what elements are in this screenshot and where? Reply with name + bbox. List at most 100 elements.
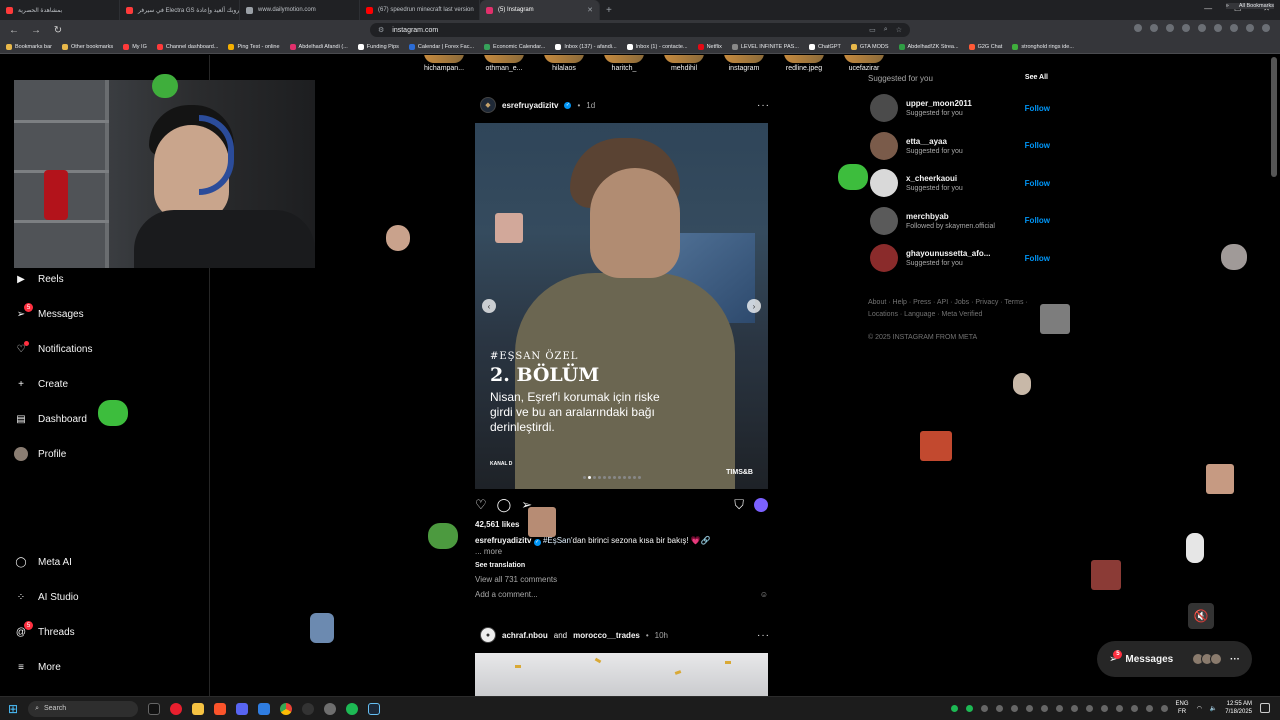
sidebar-item-meta-ai[interactable]: ◯ Meta AI — [14, 555, 72, 569]
notifications-tray-icon[interactable] — [1260, 703, 1270, 713]
app-icon[interactable] — [324, 702, 337, 715]
chrome-app-icon[interactable] — [280, 702, 293, 715]
post2-author-avatar[interactable]: ● — [480, 627, 496, 643]
see-all-link[interactable]: See All — [1025, 74, 1048, 83]
post-image[interactable]: #EŞSAN ÖZEL 2. BÖLÜM Nisan, Eşref'i koru… — [475, 123, 768, 489]
browser-tab[interactable]: بمشاهدة الحصرية — [0, 0, 120, 20]
caption-username[interactable]: esrefruyadizitv — [475, 536, 531, 545]
follow-button[interactable]: Follow — [1025, 254, 1050, 263]
sidebar-item-more[interactable]: ≡ More — [14, 660, 61, 674]
sidebar-item-ai-studio[interactable]: ⁘ AI Studio — [14, 590, 79, 604]
post2-options-icon[interactable]: ··· — [757, 630, 770, 641]
post2-image[interactable] — [475, 653, 768, 696]
extension-icon[interactable] — [1198, 24, 1206, 32]
suggestion-username[interactable]: x_cheerkaoui — [906, 174, 963, 183]
bookmark-item[interactable]: ChatGPT — [808, 43, 841, 50]
browser-menu-icon[interactable] — [1262, 24, 1270, 32]
suggestion-avatar[interactable] — [870, 206, 898, 235]
file-explorer-app-icon[interactable] — [192, 702, 205, 715]
steam-app-icon[interactable] — [368, 702, 381, 715]
extension-icon[interactable] — [1150, 24, 1158, 32]
caption-hashtag[interactable]: #EşSan — [543, 536, 571, 545]
page-scrollbar[interactable] — [1271, 57, 1277, 177]
bookmark-item[interactable]: Funding Pips — [357, 43, 399, 50]
tray-icon[interactable] — [950, 704, 958, 712]
story-item[interactable]: haritch_ — [600, 55, 648, 72]
browser-tab[interactable]: في سيرفر Electra GS بروبك ألعيد وإعادة — [120, 0, 240, 20]
suggestion-username[interactable]: ghayounussetta_afo... — [906, 249, 990, 258]
post-time[interactable]: 1d — [586, 101, 595, 110]
zoom-icon[interactable]: ⌕ — [884, 26, 888, 34]
obs-app-icon[interactable] — [302, 702, 315, 715]
suggestion-avatar[interactable] — [870, 131, 898, 160]
input-language[interactable]: ENG FR — [1176, 700, 1189, 716]
tray-icon[interactable] — [1115, 704, 1123, 712]
tiktok-app-icon[interactable] — [148, 702, 161, 715]
tray-icon[interactable] — [1040, 704, 1048, 712]
suggestion-username[interactable]: etta__ayaa — [906, 137, 963, 146]
story-item[interactable]: instagram — [720, 55, 768, 72]
caption-more-link[interactable]: ... more — [475, 547, 502, 556]
see-translation-link[interactable]: See translation — [475, 562, 525, 569]
suggestion-avatar[interactable] — [870, 169, 898, 197]
sidebar-item-reels[interactable]: ▶ Reels — [14, 272, 63, 286]
tray-icon[interactable] — [1100, 704, 1108, 712]
opera-app-icon[interactable] — [170, 702, 183, 715]
tray-icon[interactable] — [1160, 704, 1168, 712]
bookmark-star-icon[interactable]: ☆ — [896, 26, 902, 34]
browser-tab[interactable]: (67) speedrun minecraft last version — [360, 0, 480, 20]
sidebar-item-threads[interactable]: @5 Threads — [14, 621, 75, 639]
bookmark-item[interactable]: Ping Test - online — [228, 43, 280, 50]
suggestion-avatar[interactable] — [870, 94, 898, 122]
add-comment-field[interactable]: Add a comment... ☺ — [475, 590, 768, 599]
bookmark-item[interactable]: Economic Calendar... — [484, 43, 545, 50]
bookmark-item[interactable]: Abdelhad!ZK Strea... — [898, 43, 959, 50]
post-options-icon[interactable]: ··· — [757, 100, 770, 111]
post2-author[interactable]: achraf.nbou — [502, 631, 548, 640]
sidebar-item-messages[interactable]: ➢ 5 Messages — [14, 303, 84, 321]
comment-icon[interactable]: ◯ — [497, 497, 512, 513]
install-app-icon[interactable]: ▭ — [869, 26, 876, 34]
sidebar-item-create[interactable]: + Create — [14, 377, 68, 391]
bookmark-item[interactable]: My IG — [123, 43, 147, 50]
sidebar-item-dashboard[interactable]: ▤ Dashboard — [14, 412, 87, 426]
reload-icon[interactable]: ↻ — [52, 25, 64, 36]
muted-volume-icon[interactable]: 🔇 — [1188, 603, 1214, 629]
bookmark-item[interactable]: Abdelhadi Afandi (... — [289, 43, 348, 50]
view-comments-link[interactable]: View all 731 comments — [475, 575, 557, 584]
profile-icon[interactable] — [1246, 24, 1254, 32]
carousel-prev-button[interactable]: ‹ — [482, 299, 496, 313]
sidebar-item-notifications[interactable]: ♡ Notifications — [14, 341, 92, 356]
messages-popup-button[interactable]: ➢ 5 Messages ··· — [1097, 641, 1252, 677]
all-bookmarks[interactable]: All Bookmarks — [1239, 3, 1274, 9]
taskbar-clock[interactable]: 12:55 AM 7/18/2025 — [1225, 700, 1252, 716]
save-icon[interactable]: ⛉ — [734, 497, 744, 513]
bookmark-item[interactable]: Calendar | Forex Fac... — [408, 43, 474, 50]
story-item[interactable]: ucefazirar — [840, 55, 888, 72]
story-item[interactable]: othman_e... — [480, 55, 528, 72]
tray-icon[interactable] — [1130, 704, 1138, 712]
extension-icon[interactable] — [1214, 24, 1222, 32]
post2-collab[interactable]: morocco__trades — [573, 631, 640, 640]
follow-button[interactable]: Follow — [1025, 104, 1050, 113]
bookmark-item[interactable]: stronghold rings ide... — [1012, 43, 1074, 50]
back-icon[interactable]: ← — [8, 25, 20, 36]
suggestion-avatar[interactable] — [870, 244, 898, 272]
brave-app-icon[interactable] — [214, 702, 227, 715]
bookmark-item[interactable]: Bookmarks bar — [6, 43, 52, 50]
like-icon[interactable]: ♡ — [475, 497, 487, 513]
tray-icon[interactable] — [1025, 704, 1033, 712]
taskbar-search[interactable]: ⌕ Search — [28, 700, 139, 717]
story-item[interactable]: mehdihil — [660, 55, 708, 72]
post-author-avatar[interactable]: ◆ — [480, 97, 496, 113]
story-item[interactable]: hilalaos — [540, 55, 588, 72]
follow-button[interactable]: Follow — [1025, 179, 1050, 188]
address-bar[interactable]: ⚙ instagram.com ▭ ⌕ ☆ — [370, 23, 910, 37]
sidebar-item-profile[interactable]: ● Profile — [14, 447, 66, 461]
more-bookmarks-icon[interactable]: » — [1226, 3, 1229, 9]
forward-icon[interactable]: → — [30, 25, 42, 36]
likes-count[interactable]: 42,561 likes — [475, 520, 519, 529]
new-tab-button[interactable]: + — [606, 5, 612, 16]
tray-icon[interactable] — [1010, 704, 1018, 712]
speaker-icon[interactable]: 🔈 — [1210, 705, 1217, 712]
